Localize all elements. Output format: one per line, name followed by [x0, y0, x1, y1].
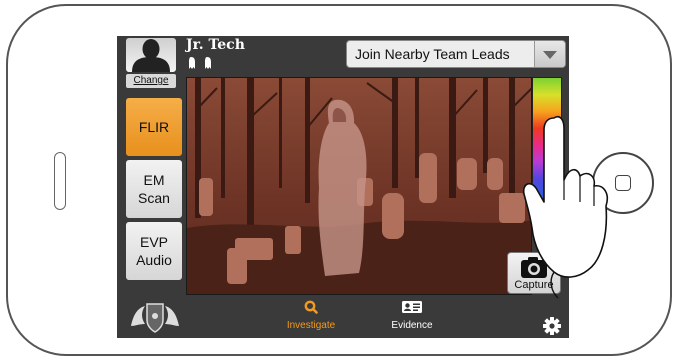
- mode-evp-audio-button[interactable]: EVP Audio: [126, 222, 182, 280]
- person-silhouette-icon: [132, 39, 170, 72]
- dropdown-toggle[interactable]: [534, 41, 565, 67]
- chevron-down-icon: [543, 51, 557, 59]
- settings-button[interactable]: [542, 316, 562, 336]
- profile-panel: Change: [123, 38, 179, 88]
- search-icon: [304, 300, 318, 314]
- home-button-icon: [615, 175, 631, 191]
- crest-logo: [127, 298, 183, 334]
- home-button[interactable]: [592, 152, 654, 214]
- speaker-slot: [54, 152, 66, 210]
- mode-em-scan-button[interactable]: EM Scan: [126, 160, 182, 218]
- crest-logo-icon: [131, 303, 179, 333]
- team-lead-dropdown[interactable]: Join Nearby Team Leads: [346, 40, 566, 68]
- avatar[interactable]: [126, 38, 176, 72]
- heat-scale-bar: [532, 77, 562, 199]
- change-profile-link[interactable]: Change: [126, 74, 176, 88]
- capture-button[interactable]: Capture: [507, 252, 561, 294]
- role-title: Jr. Tech: [186, 37, 245, 53]
- mode-em-scan-label: EM Scan: [138, 172, 170, 206]
- mode-flir-button[interactable]: FLIR: [126, 98, 182, 156]
- ghost-rank-icon: [189, 57, 211, 69]
- rank-indicators: [186, 56, 218, 75]
- thermal-graveyard-image: [187, 78, 531, 294]
- mode-evp-audio-label: EVP Audio: [136, 234, 172, 268]
- capture-label: Capture: [514, 279, 554, 291]
- tab-investigate[interactable]: Investigate: [276, 300, 346, 331]
- mode-flir-label: FLIR: [138, 119, 170, 135]
- tab-investigate-label: Investigate: [286, 320, 336, 331]
- team-lead-dropdown-value: Join Nearby Team Leads: [355, 46, 510, 62]
- tab-evidence[interactable]: Evidence: [382, 300, 442, 331]
- evidence-card-icon: [402, 301, 422, 313]
- camera-viewfinder[interactable]: [186, 77, 532, 295]
- camera-icon: [521, 257, 547, 278]
- gear-icon: [543, 317, 561, 335]
- tab-evidence-label: Evidence: [391, 320, 433, 331]
